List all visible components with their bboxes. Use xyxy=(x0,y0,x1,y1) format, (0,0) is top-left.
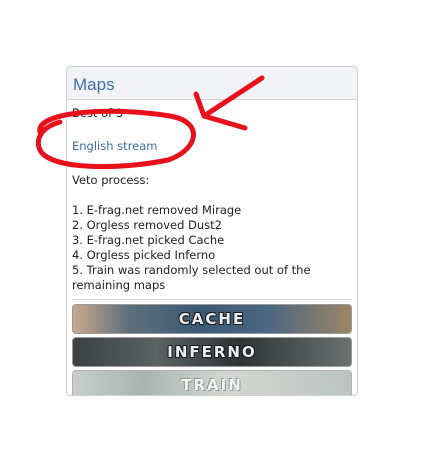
veto-list: 1. E-frag.net removed Mirage 2. Orgless … xyxy=(72,203,352,293)
english-stream-link[interactable]: English stream xyxy=(72,139,157,154)
map-banner-cache[interactable]: CACHE xyxy=(72,304,352,334)
map-banner-inferno[interactable]: INFERNO xyxy=(72,337,352,367)
map-label: INFERNO xyxy=(167,343,257,361)
veto-step: 2. Orgless removed Dust2 xyxy=(72,218,222,232)
veto-title: Veto process: xyxy=(72,173,150,187)
map-banner-train[interactable]: TRAIN xyxy=(72,370,352,395)
veto-step: 3. E-frag.net picked Cache xyxy=(72,233,225,247)
veto-step: 5. Train was randomly selected out of th… xyxy=(72,263,311,277)
panel-body: Best of 3 English stream Veto process: 1… xyxy=(67,100,357,300)
panel-header: Maps xyxy=(67,67,357,100)
map-label: TRAIN xyxy=(181,376,243,394)
match-format: Best of 3 xyxy=(72,106,124,120)
map-list: CACHE INFERNO TRAIN xyxy=(67,300,357,395)
veto-step: 1. E-frag.net removed Mirage xyxy=(72,203,242,217)
panel-title[interactable]: Maps xyxy=(73,75,115,94)
veto-step: remaining maps xyxy=(72,278,166,292)
map-label: CACHE xyxy=(178,310,246,328)
veto-step: 4. Orgless picked Inferno xyxy=(72,248,216,262)
maps-panel: Maps Best of 3 English stream Veto proce… xyxy=(66,66,358,396)
